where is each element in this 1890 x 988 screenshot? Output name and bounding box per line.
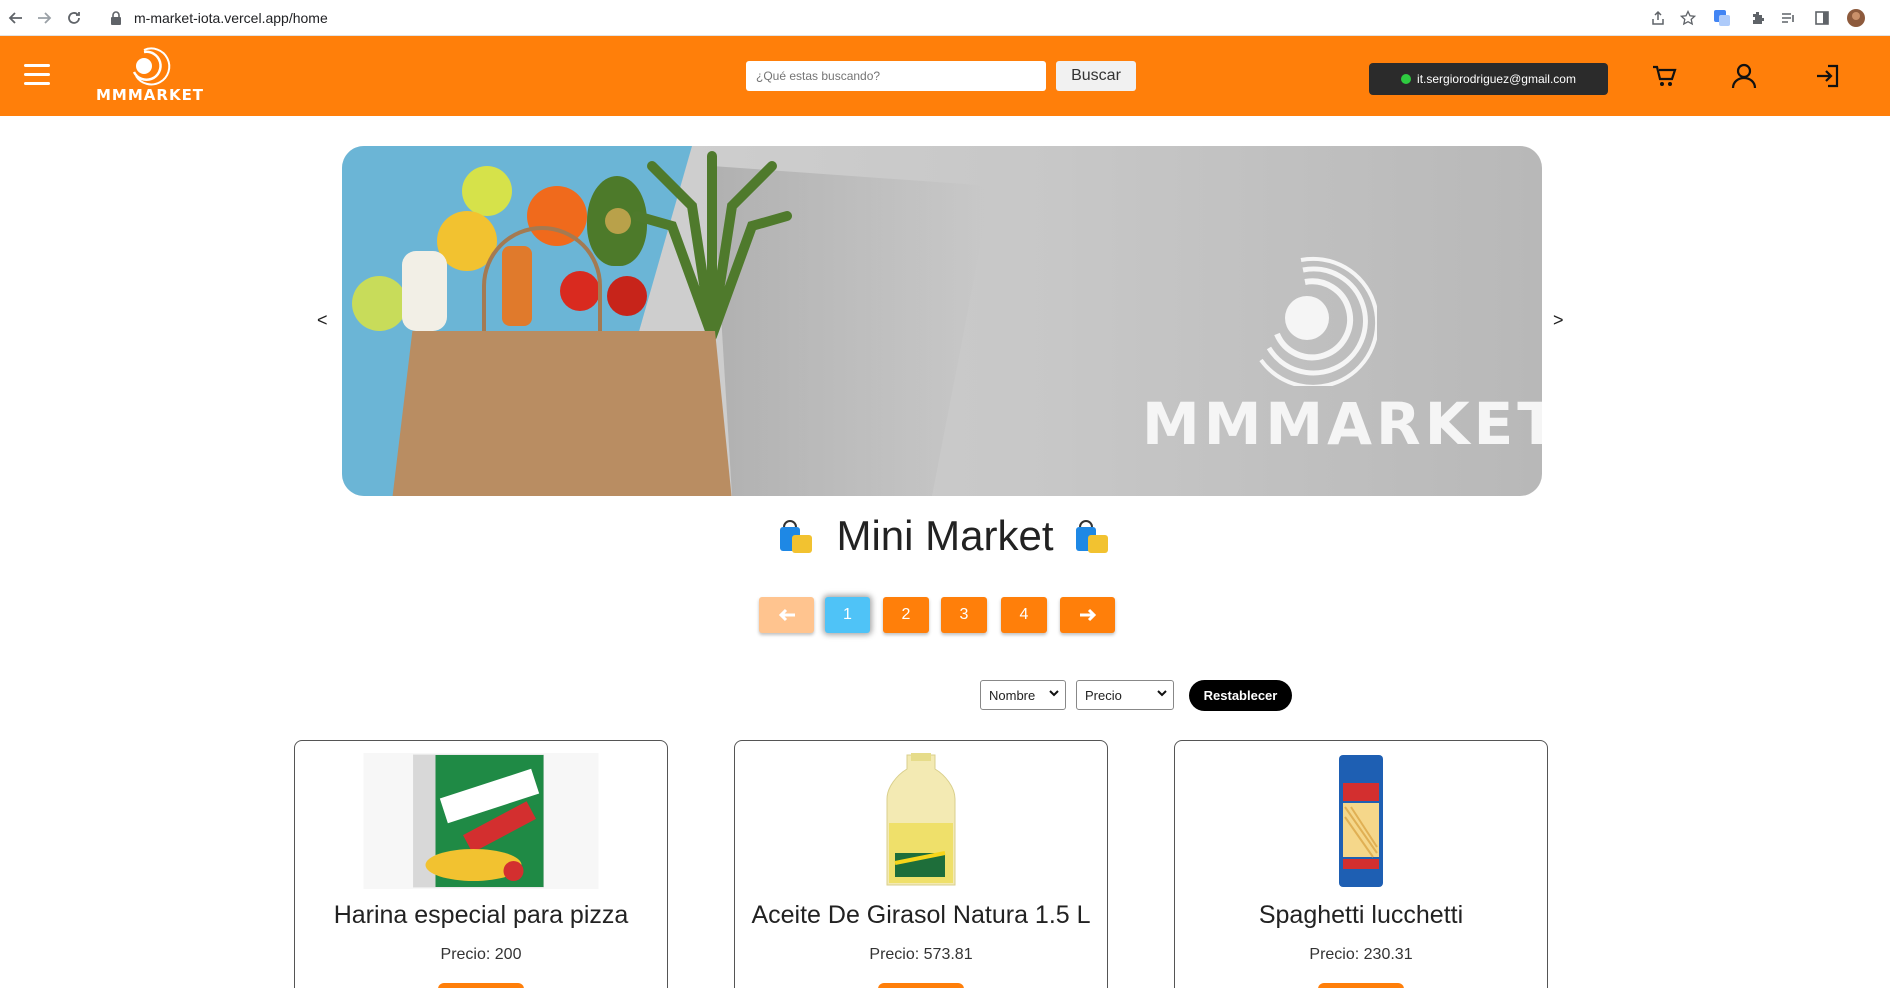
pagination-next-button[interactable] (1060, 597, 1115, 633)
forward-icon[interactable] (32, 6, 56, 30)
product-image (363, 753, 599, 893)
sidepanel-icon[interactable] (1810, 6, 1834, 30)
extensions-icon[interactable] (1746, 6, 1770, 30)
product-image (881, 753, 961, 893)
logo-mark-icon (132, 47, 171, 86)
lime-icon (352, 276, 407, 331)
app-header: MMMARKET Buscar it.sergiorodriguez@gmail… (0, 36, 1890, 116)
add-to-cart-button[interactable] (438, 983, 524, 988)
cart-icon[interactable] (1644, 56, 1684, 96)
product-name: Spaghetti lucchetti (1258, 901, 1464, 929)
pagination-page-3[interactable]: 3 (941, 597, 987, 633)
browser-toolbar: m-market-iota.vercel.app/home (0, 0, 1890, 36)
sort-name-value: Nombre (989, 687, 1036, 703)
lemon-icon (462, 166, 512, 216)
user-icon[interactable] (1724, 56, 1764, 96)
pagination-page-2[interactable]: 2 (883, 597, 929, 633)
pagination-page-1[interactable]: 1 (825, 597, 870, 633)
product-name: Aceite De Girasol Natura 1.5 L (751, 901, 1091, 929)
hamburger-menu-icon[interactable] (24, 64, 50, 88)
product-price: Precio: 230.31 (1309, 946, 1413, 963)
chevron-down-icon (1157, 689, 1167, 700)
reset-filters-button[interactable]: Restablecer (1189, 680, 1292, 711)
login-icon[interactable] (1808, 56, 1848, 96)
back-icon[interactable] (4, 6, 28, 30)
sort-price-select[interactable]: Precio (1076, 680, 1174, 710)
logo-text: MMMARKET (96, 86, 205, 104)
sort-name-select[interactable]: Nombre (980, 680, 1066, 710)
add-to-cart-button[interactable] (878, 983, 964, 988)
product-price: Precio: 573.81 (869, 946, 973, 963)
shopping-bags-icon (1072, 515, 1114, 557)
pineapple-icon (632, 151, 792, 341)
sort-price-value: Precio (1085, 687, 1122, 703)
user-email: it.sergiorodriguez@gmail.com (1417, 72, 1576, 86)
product-card[interactable]: Harina especial para pizza Precio: 200 (294, 740, 668, 988)
product-card[interactable]: Aceite De Girasol Natura 1.5 L Precio: 5… (734, 740, 1108, 988)
product-name: Harina especial para pizza (333, 901, 629, 929)
carousel-next-button[interactable]: > (1553, 310, 1564, 331)
search-input[interactable] (746, 61, 1046, 91)
chevron-down-icon (1049, 689, 1059, 700)
banner-text: MMMARKET (1142, 390, 1542, 458)
media-icon[interactable] (1776, 6, 1800, 30)
pagination-page-4[interactable]: 4 (1001, 597, 1047, 633)
user-badge: it.sergiorodriguez@gmail.com (1369, 63, 1608, 95)
arrow-right-icon (1079, 608, 1096, 622)
banner-logo-mark-icon (1259, 256, 1377, 386)
lock-icon (111, 11, 121, 25)
carousel-prev-button[interactable]: < (317, 310, 328, 331)
star-icon[interactable] (1676, 6, 1700, 30)
share-icon[interactable] (1646, 6, 1670, 30)
page-title: Mini Market (0, 512, 1890, 560)
product-card[interactable]: Spaghetti lucchetti Precio: 230.31 (1174, 740, 1548, 988)
title-text: Mini Market (836, 512, 1054, 559)
logo[interactable]: MMMARKET (96, 44, 205, 108)
online-status-icon (1401, 74, 1412, 84)
product-price: Precio: 200 (440, 946, 522, 963)
translate-icon[interactable] (1710, 6, 1734, 30)
profile-avatar-icon[interactable] (1844, 6, 1868, 30)
url-text: m-market-iota.vercel.app/home (134, 10, 328, 26)
pagination-prev-button[interactable] (759, 597, 814, 633)
add-to-cart-button[interactable] (1318, 983, 1404, 988)
product-image (1333, 753, 1389, 893)
shopping-bags-icon (776, 515, 818, 557)
reload-icon[interactable] (62, 6, 86, 30)
search-button[interactable]: Buscar (1056, 61, 1136, 91)
banner-logo: MMMARKET (1142, 256, 1542, 458)
paper-bag (392, 331, 732, 496)
milk-bottle-icon (402, 251, 447, 331)
address-bar[interactable]: m-market-iota.vercel.app/home (96, 4, 1596, 32)
arrow-left-icon (778, 608, 795, 622)
carousel-banner: MMMARKET (342, 146, 1542, 496)
